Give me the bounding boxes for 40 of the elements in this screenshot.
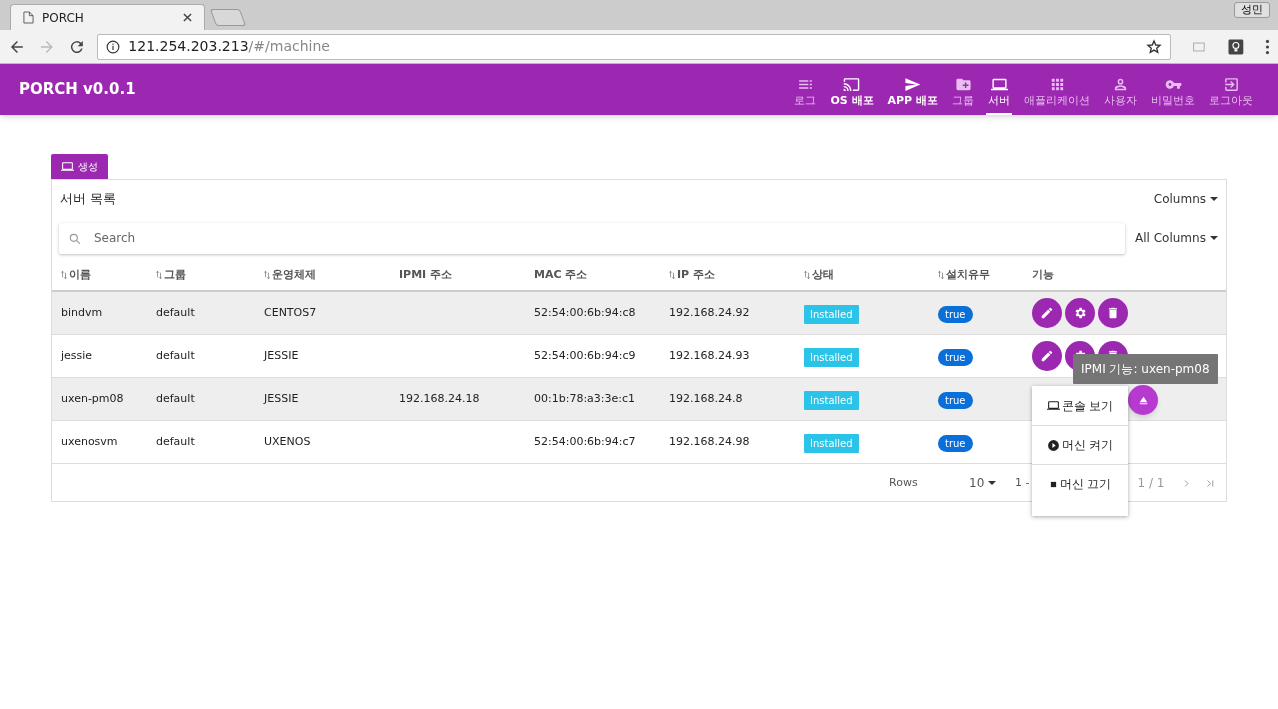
table-cell: 52:54:00:6b:94:c8 <box>534 305 636 319</box>
table-title: 서버 목록 <box>60 190 117 209</box>
rows-label: Rows <box>889 474 919 491</box>
table-cell: default <box>156 391 195 405</box>
table-cell: 192.168.24.98 <box>669 434 750 448</box>
column-header: IPMI 주소 <box>399 266 453 283</box>
status-badge: Installed <box>804 391 859 410</box>
status-badge: Installed <box>804 348 859 367</box>
status-badge: Installed <box>804 305 859 324</box>
url-text: 121.254.203.213/#/machine <box>128 37 331 56</box>
table-cell: bindvm <box>61 305 103 319</box>
installed-badge: true <box>938 392 973 409</box>
column-header: MAC 주소 <box>534 266 588 283</box>
tooltip: IPMI 기능: uxen-pm08 <box>1073 354 1218 384</box>
table-cell: default <box>156 348 195 362</box>
table-cell: default <box>156 305 195 319</box>
table-cell: JESSIE <box>264 348 299 362</box>
table-cell: UXENOS <box>264 434 311 448</box>
table-cell: 00:1b:78:a3:3e:c1 <box>534 391 636 405</box>
app-title: PORCH v0.0.1 <box>19 79 137 101</box>
table-cell: 52:54:00:6b:94:c7 <box>534 434 636 448</box>
tab-title: PORCH <box>42 9 85 27</box>
table-cell: 192.168.24.92 <box>669 305 750 319</box>
table-cell: 192.168.24.8 <box>669 391 743 405</box>
column-header: 기능 <box>1032 266 1054 283</box>
table-cell: 52:54:00:6b:94:c9 <box>534 348 636 362</box>
status-badge: Installed <box>804 434 859 453</box>
installed-badge: true <box>938 306 973 323</box>
table-cell: jessie <box>61 348 93 362</box>
table-cell: uxenosvm <box>61 434 118 448</box>
table-cell: 192.168.24.18 <box>399 391 480 405</box>
installed-badge: true <box>938 349 973 366</box>
table-cell: uxen-pm08 <box>61 391 124 405</box>
table-cell: CENTOS7 <box>264 305 317 319</box>
table-cell: default <box>156 434 195 448</box>
page-text: 1 / 1 <box>1137 475 1166 492</box>
range-text: 1 - <box>1015 474 1030 491</box>
installed-badge: true <box>938 435 973 452</box>
table-cell: 192.168.24.93 <box>669 348 750 362</box>
table-cell: JESSIE <box>264 391 299 405</box>
